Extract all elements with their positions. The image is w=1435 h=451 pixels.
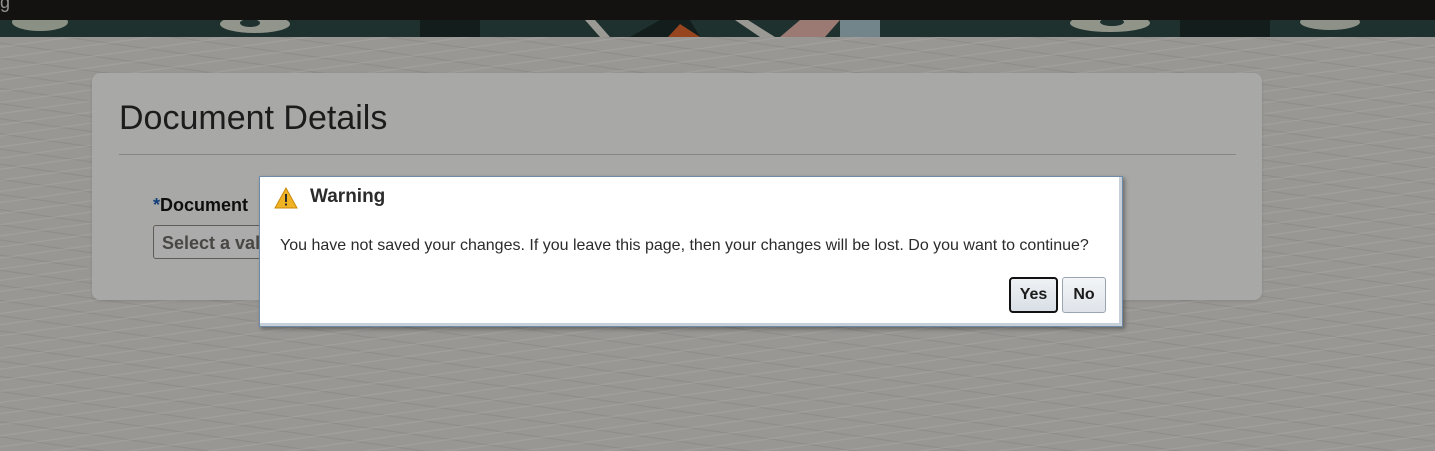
warning-dialog: Warning You have not saved your changes.… — [259, 176, 1123, 327]
warning-icon — [274, 187, 298, 209]
yes-button[interactable]: Yes — [1009, 277, 1058, 313]
no-button[interactable]: No — [1062, 277, 1106, 313]
dialog-message: You have not saved your changes. If you … — [280, 237, 1089, 254]
dialog-title: Warning — [310, 186, 386, 207]
